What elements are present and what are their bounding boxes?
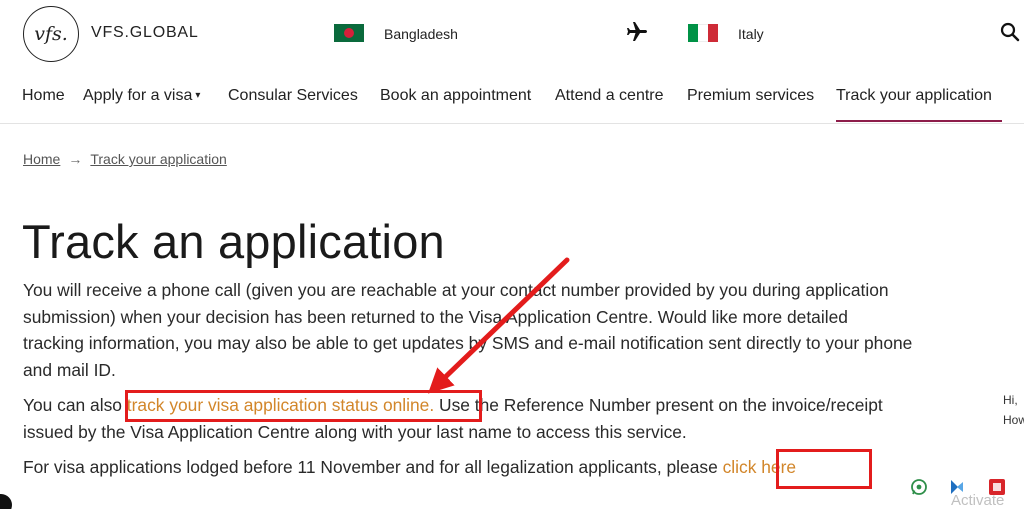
activate-watermark: Activate: [951, 492, 1005, 509]
chat-line-2: How: [1003, 413, 1024, 427]
nav-track-application[interactable]: Track your application: [836, 86, 1002, 122]
nav-consular-services[interactable]: Consular Services: [228, 86, 358, 122]
chat-widget-peek[interactable]: Hi, How: [1003, 390, 1024, 430]
page-title: Track an application: [22, 215, 445, 268]
nav-apply-for-a-visa[interactable]: Apply for a visa ▾: [83, 86, 200, 122]
nav-home[interactable]: Home: [22, 86, 65, 122]
breadcrumb: Home → Track your application: [23, 151, 227, 167]
to-country-label[interactable]: Italy: [738, 26, 764, 42]
site-header: vfs. VFS.GLOBAL Bangladesh Italy: [0, 0, 1024, 68]
logo-mark: vfs.: [34, 23, 68, 45]
main-nav: Home Apply for a visa ▾ Consular Services…: [0, 86, 1024, 124]
chat-line-1: Hi,: [1003, 393, 1018, 407]
legalization-text: For visa applications lodged before 11 N…: [23, 457, 723, 477]
italy-flag-icon[interactable]: [688, 24, 718, 42]
nav-premium-services[interactable]: Premium services: [687, 86, 814, 122]
breadcrumb-current[interactable]: Track your application: [90, 151, 226, 167]
chevron-down-icon: ▾: [195, 90, 201, 101]
arrow-right-icon: →: [68, 151, 83, 167]
breadcrumb-home[interactable]: Home: [23, 151, 60, 167]
info-paragraph: You will receive a phone call (given you…: [23, 280, 913, 380]
nav-book-appointment[interactable]: Book an appointment: [380, 86, 531, 122]
vfs-logo[interactable]: vfs.: [23, 6, 79, 62]
highlight-box-track-link: [125, 390, 482, 422]
nav-attend-centre[interactable]: Attend a centre: [555, 86, 664, 122]
highlight-box-click-here: [776, 449, 872, 489]
from-country-label[interactable]: Bangladesh: [384, 26, 458, 42]
plane-icon: [625, 20, 649, 49]
corner-dot: [0, 494, 12, 509]
search-icon[interactable]: [1000, 22, 1024, 46]
bangladesh-flag-icon[interactable]: [334, 24, 364, 42]
track-text-before: You can also: [23, 395, 127, 415]
brand-name[interactable]: VFS.GLOBAL: [91, 24, 199, 42]
nav-apply-label: Apply for a visa: [83, 87, 193, 104]
whatsapp-icon[interactable]: [910, 478, 928, 496]
